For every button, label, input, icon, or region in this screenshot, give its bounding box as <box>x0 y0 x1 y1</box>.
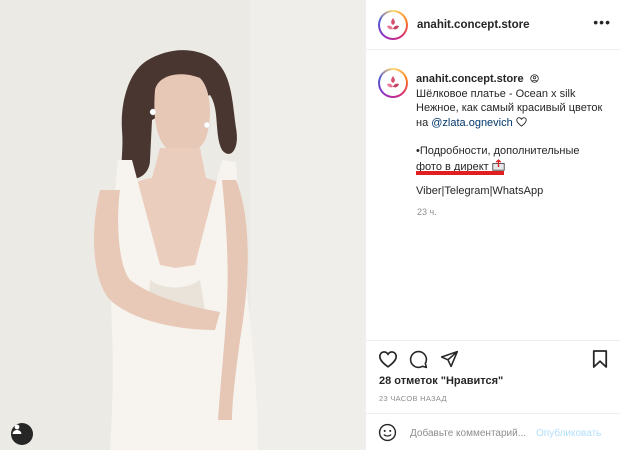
caption-username[interactable]: anahit.concept.store <box>416 73 524 85</box>
redacted-text-bar <box>416 171 504 175</box>
caption-line-2: Нежное, как самый красивый цветок <box>416 102 603 114</box>
comment-box: Добавьте комментарий... Опубликовать <box>366 413 620 450</box>
post-age: 23 ЧАСОВ НАЗАД <box>379 394 447 403</box>
caption-line-1: Шёлковое платье - Ocean x silk <box>416 87 576 100</box>
caption-line-3: на @zlata.ognevich <box>416 116 616 131</box>
post-header: anahit.concept.store ••• <box>366 0 620 50</box>
post-photo[interactable] <box>0 0 365 450</box>
header-username[interactable]: anahit.concept.store <box>417 19 529 31</box>
caption-prefix: на <box>416 116 432 129</box>
comment-input[interactable]: Добавьте комментарий... <box>410 428 526 439</box>
heart-emoji-icon <box>516 116 527 127</box>
verified-icon <box>529 74 539 83</box>
save-bookmark-icon[interactable] <box>592 349 608 369</box>
caption-time: 23 ч. <box>417 207 437 217</box>
share-icon[interactable] <box>440 350 459 368</box>
profile-avatar[interactable] <box>378 10 408 40</box>
caption: anahit.concept.store Шёлковое платье - O… <box>416 72 616 199</box>
mention-link[interactable]: @zlata.ognevich <box>431 117 513 129</box>
outbox-emoji-icon <box>492 158 505 171</box>
caption-line-6: Viber|Telegram|WhatsApp <box>416 185 544 197</box>
more-options-icon[interactable]: ••• <box>593 14 611 30</box>
emoji-icon[interactable] <box>378 423 397 442</box>
publish-button[interactable]: Опубликовать <box>536 428 601 439</box>
user-tag-icon[interactable] <box>11 423 33 445</box>
caption-avatar[interactable] <box>378 68 408 98</box>
like-heart-icon[interactable] <box>378 350 398 368</box>
comment-icon[interactable] <box>409 350 428 369</box>
woman-in-white-dress-image <box>0 0 365 450</box>
caption-line-4: •Подробности, дополнительные <box>416 145 580 157</box>
likes-count[interactable]: 28 отметок "Нравится" <box>379 375 503 387</box>
post-side-panel: anahit.concept.store ••• anahit.concept.… <box>365 0 620 450</box>
